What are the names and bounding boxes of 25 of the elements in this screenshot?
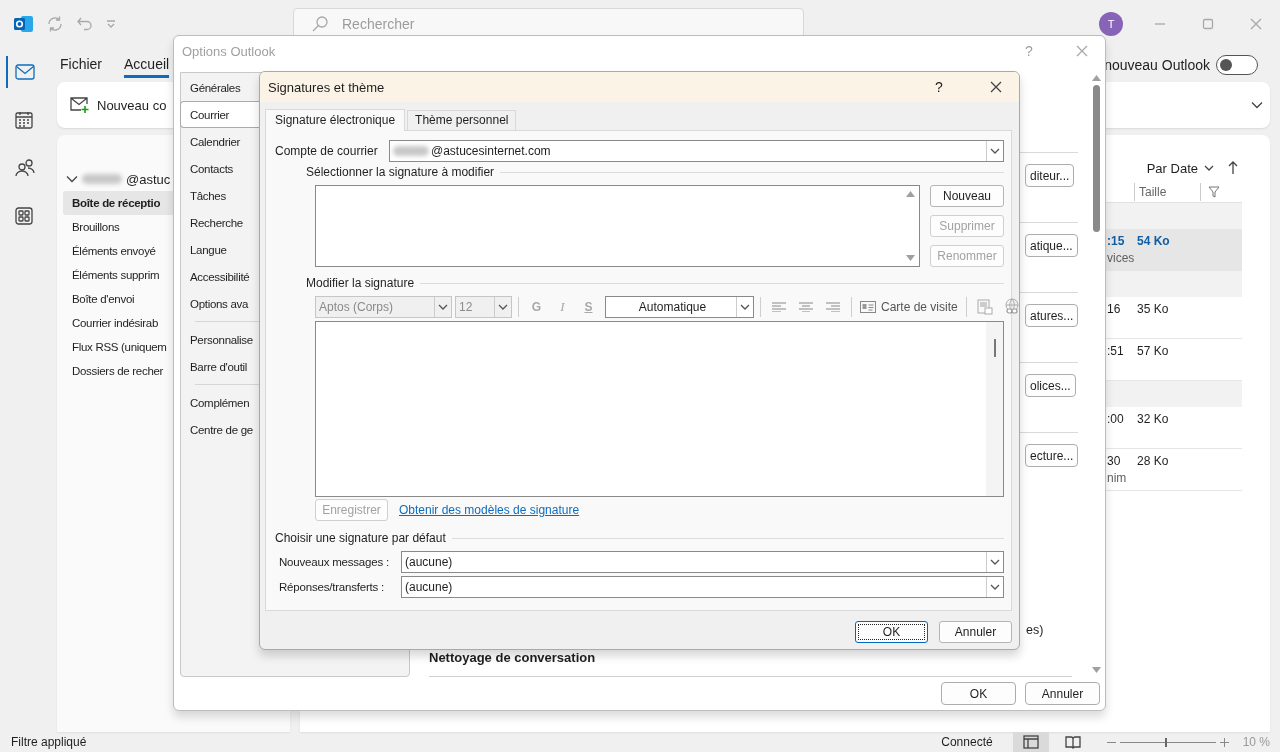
dialog-title: Options Outlook: [182, 43, 276, 59]
field-label: Nouveaux messages :: [279, 556, 390, 568]
message-time: 16: [1107, 302, 1121, 316]
status-text: Filtre appliqué: [10, 735, 87, 749]
message-time: :15: [1107, 234, 1125, 248]
connection-status: Connecté: [941, 735, 993, 749]
message-time: :51: [1107, 344, 1124, 358]
option-label: es): [1026, 623, 1045, 639]
message-sender: nim: [1107, 471, 1127, 485]
dialog-title: Signatures et thème: [268, 79, 385, 95]
field-label: Compte de courrier: [275, 144, 379, 158]
message-sender: vices: [1107, 251, 1135, 265]
zoom-level: 10 %: [1242, 735, 1270, 749]
group-label: Choisir une signature par défaut: [275, 531, 446, 545]
message-size: 28 Ko: [1137, 454, 1170, 470]
message-size: 54 Ko: [1137, 234, 1171, 250]
message-size: 32 Ko: [1137, 412, 1170, 428]
message-time: :00: [1107, 412, 1124, 426]
field-label: Réponses/transferts :: [279, 581, 386, 593]
group-label: Modifier la signature: [306, 276, 415, 290]
toggle-label: nouveau Outlook: [1104, 57, 1210, 73]
message-size: 57 Ko: [1137, 344, 1170, 360]
message-size: 35 Ko: [1137, 302, 1170, 318]
group-label: Sélectionner la signature à modifier: [306, 165, 495, 179]
message-time: 30: [1107, 454, 1121, 468]
